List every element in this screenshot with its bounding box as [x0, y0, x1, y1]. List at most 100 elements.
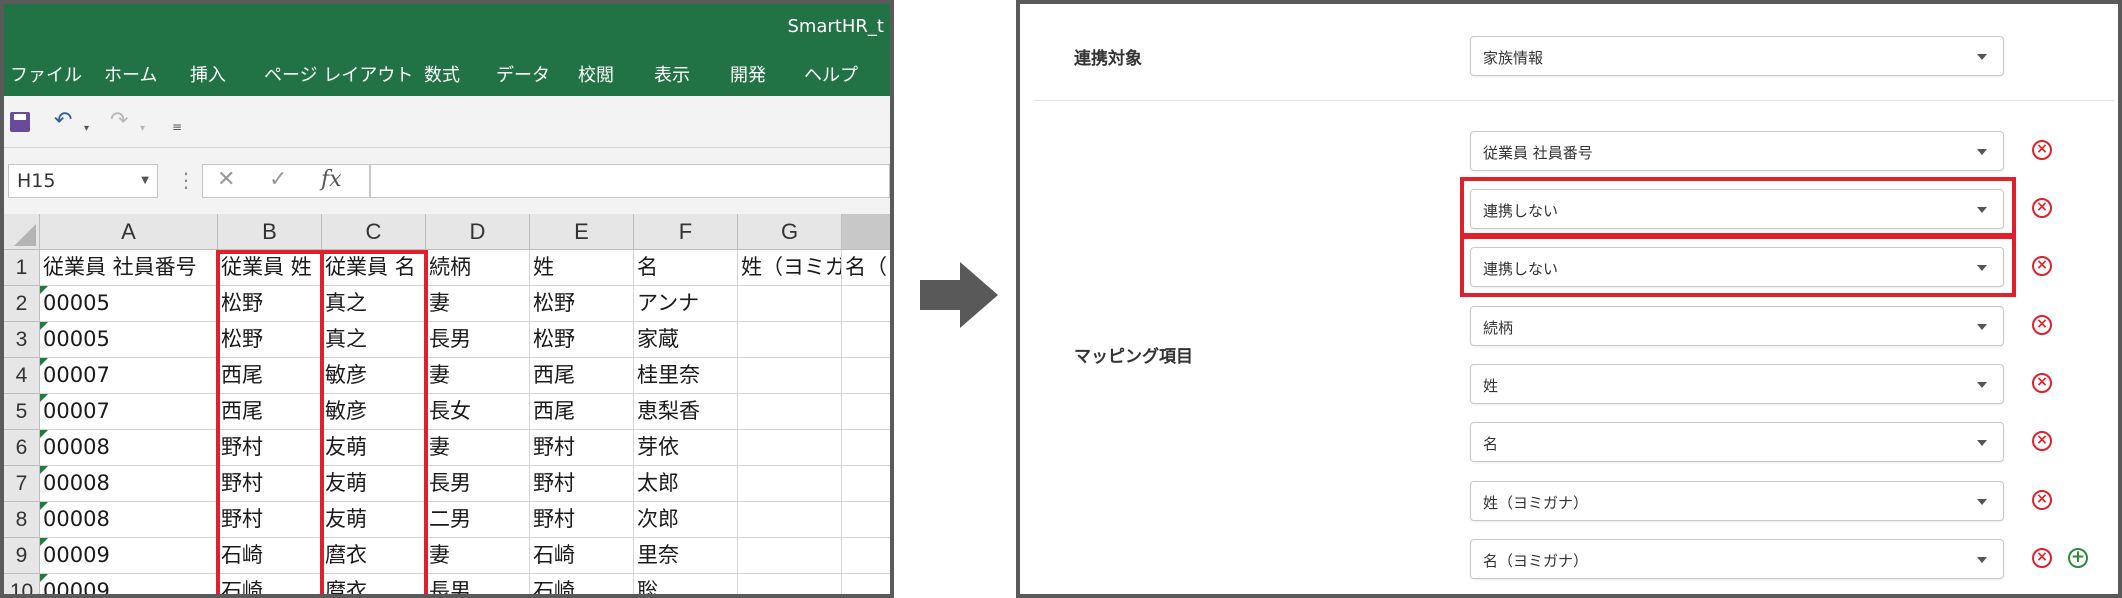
cell-h4[interactable] — [842, 358, 890, 394]
cell-e8[interactable]: 野村 — [530, 502, 634, 538]
column-header-h[interactable] — [842, 214, 890, 250]
ribbon-tab-home[interactable]: ホーム — [104, 61, 157, 87]
column-header-b[interactable]: B — [218, 214, 322, 250]
column-header-d[interactable]: D — [426, 214, 530, 250]
cell-d5[interactable]: 長女 — [426, 394, 530, 430]
cell-f9[interactable]: 里奈 — [634, 538, 738, 574]
remove-mapping-icon[interactable]: × — [2032, 373, 2052, 393]
ribbon-tab-file[interactable]: ファイル — [10, 61, 82, 87]
cell-e4[interactable]: 西尾 — [530, 358, 634, 394]
row-header-10[interactable]: 10 — [4, 574, 40, 594]
row-header-1[interactable]: 1 — [4, 250, 40, 286]
remove-mapping-icon[interactable]: × — [2032, 431, 2052, 451]
cell-a10[interactable]: 00009 — [40, 574, 218, 594]
remove-mapping-icon[interactable]: × — [2032, 548, 2052, 568]
cell-f8[interactable]: 次郎 — [634, 502, 738, 538]
cell-g5[interactable] — [738, 394, 842, 430]
cell-g7[interactable] — [738, 466, 842, 502]
row-header-7[interactable]: 7 — [4, 466, 40, 502]
remove-mapping-icon[interactable]: × — [2032, 490, 2052, 510]
cell-g10[interactable] — [738, 574, 842, 594]
cell-h9[interactable] — [842, 538, 890, 574]
row-header-8[interactable]: 8 — [4, 502, 40, 538]
row-header-2[interactable]: 2 — [4, 286, 40, 322]
column-header-e[interactable]: E — [530, 214, 634, 250]
cell-g6[interactable] — [738, 430, 842, 466]
cell-f7[interactable]: 太郎 — [634, 466, 738, 502]
cell-a1[interactable]: 従業員 社員番号 — [40, 250, 218, 286]
ribbon-tab-view[interactable]: 表示 — [654, 61, 690, 87]
cell-g9[interactable] — [738, 538, 842, 574]
remove-mapping-icon[interactable]: × — [2032, 315, 2052, 335]
ribbon-tab-formulas[interactable]: 数式 — [424, 61, 460, 87]
cell-f1[interactable]: 名 — [634, 250, 738, 286]
cell-d10[interactable]: 長男 — [426, 574, 530, 594]
select-all-corner[interactable] — [4, 214, 40, 250]
mapping-select-8[interactable]: 名（ヨミガナ） — [1470, 539, 2004, 579]
cell-d8[interactable]: 二男 — [426, 502, 530, 538]
mapping-select-6[interactable]: 名 — [1470, 422, 2004, 462]
save-icon[interactable] — [10, 112, 30, 132]
cell-g4[interactable] — [738, 358, 842, 394]
cell-e9[interactable]: 石崎 — [530, 538, 634, 574]
cell-d9[interactable]: 妻 — [426, 538, 530, 574]
cell-g8[interactable] — [738, 502, 842, 538]
mapping-select-4[interactable]: 続柄 — [1470, 306, 2004, 346]
remove-mapping-icon[interactable]: × — [2032, 256, 2052, 276]
cell-f6[interactable]: 芽依 — [634, 430, 738, 466]
mapping-select-1[interactable]: 従業員 社員番号 — [1470, 131, 2004, 171]
cell-e6[interactable]: 野村 — [530, 430, 634, 466]
cell-d6[interactable]: 妻 — [426, 430, 530, 466]
cell-g1[interactable]: 姓（ヨミガ — [738, 250, 842, 286]
cell-a7[interactable]: 00008 — [40, 466, 218, 502]
ribbon-tab-help[interactable]: ヘルプ — [804, 61, 858, 87]
cell-d2[interactable]: 妻 — [426, 286, 530, 322]
cell-f2[interactable]: アンナ — [634, 286, 738, 322]
cell-e3[interactable]: 松野 — [530, 322, 634, 358]
cell-h3[interactable] — [842, 322, 890, 358]
target-select[interactable]: 家族情報 — [1470, 36, 2004, 76]
add-mapping-icon[interactable]: + — [2068, 548, 2088, 568]
cell-h7[interactable] — [842, 466, 890, 502]
insert-function-icon[interactable]: fx — [321, 167, 342, 192]
remove-mapping-icon[interactable]: × — [2032, 198, 2052, 218]
ribbon-tab-insert[interactable]: 挿入 — [190, 61, 226, 87]
cell-d3[interactable]: 長男 — [426, 322, 530, 358]
cell-a6[interactable]: 00008 — [40, 430, 218, 466]
ribbon-tab-data[interactable]: データ — [496, 61, 550, 87]
redo-icon[interactable]: ↷ — [110, 110, 128, 132]
cell-a2[interactable]: 00005 — [40, 286, 218, 322]
remove-mapping-icon[interactable]: × — [2032, 140, 2052, 160]
name-box[interactable]: H15 ▼ — [8, 164, 158, 198]
cell-h2[interactable] — [842, 286, 890, 322]
row-header-5[interactable]: 5 — [4, 394, 40, 430]
cell-d7[interactable]: 長男 — [426, 466, 530, 502]
cell-a8[interactable]: 00008 — [40, 502, 218, 538]
cell-d4[interactable]: 妻 — [426, 358, 530, 394]
cell-h1[interactable]: 名（ — [842, 250, 890, 286]
cell-h8[interactable] — [842, 502, 890, 538]
cell-f5[interactable]: 恵梨香 — [634, 394, 738, 430]
ribbon-tab-page-layout[interactable]: ページ レイアウト — [264, 61, 413, 87]
undo-icon[interactable]: ↶ — [54, 110, 72, 132]
cell-a5[interactable]: 00007 — [40, 394, 218, 430]
column-header-c[interactable]: C — [322, 214, 426, 250]
row-header-4[interactable]: 4 — [4, 358, 40, 394]
redo-dropdown-icon[interactable]: ▾ — [140, 118, 145, 140]
column-header-f[interactable]: F — [634, 214, 738, 250]
customize-toolbar-icon[interactable]: ≡ — [172, 116, 182, 138]
cell-f10[interactable]: 聡 — [634, 574, 738, 594]
cell-h10[interactable] — [842, 574, 890, 594]
cell-f3[interactable]: 家蔵 — [634, 322, 738, 358]
column-header-g[interactable]: G — [738, 214, 842, 250]
cell-e1[interactable]: 姓 — [530, 250, 634, 286]
ribbon-tab-review[interactable]: 校閲 — [578, 61, 614, 87]
chevron-down-icon[interactable]: ▼ — [141, 175, 149, 186]
undo-dropdown-icon[interactable]: ▾ — [84, 118, 89, 140]
row-header-3[interactable]: 3 — [4, 322, 40, 358]
cell-h6[interactable] — [842, 430, 890, 466]
row-header-6[interactable]: 6 — [4, 430, 40, 466]
cell-h5[interactable] — [842, 394, 890, 430]
cell-a3[interactable]: 00005 — [40, 322, 218, 358]
column-header-a[interactable]: A — [40, 214, 218, 250]
